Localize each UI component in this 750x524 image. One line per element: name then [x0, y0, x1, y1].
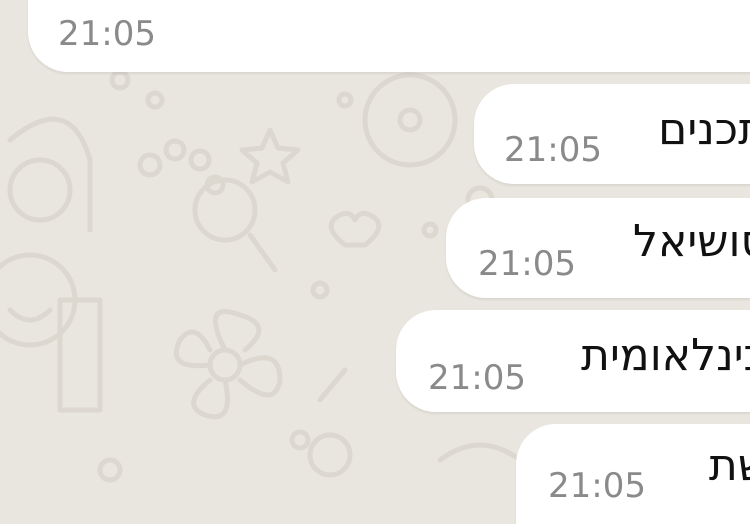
message-text: שת — [708, 440, 750, 491]
message-bubble[interactable]: בינלאומית 21:05 — [396, 310, 750, 412]
message-bubble[interactable]: סושיאל 21:05 — [446, 198, 750, 298]
message-bubble[interactable]: תכנים 21:05 — [474, 84, 750, 184]
message-bubble[interactable]: שת 21:05 — [516, 424, 750, 524]
message-time: 21:05 — [504, 130, 602, 170]
message-text: תכנים — [658, 104, 750, 155]
message-time: 21:05 — [478, 244, 576, 284]
message-time: 21:05 — [548, 466, 646, 506]
message-text: בינלאומית — [581, 330, 750, 381]
message-bubble[interactable]: 21:05 — [28, 0, 750, 72]
message-time: 21:05 — [428, 358, 526, 398]
message-text: סושיאל — [633, 216, 750, 267]
message-time: 21:05 — [58, 14, 156, 54]
